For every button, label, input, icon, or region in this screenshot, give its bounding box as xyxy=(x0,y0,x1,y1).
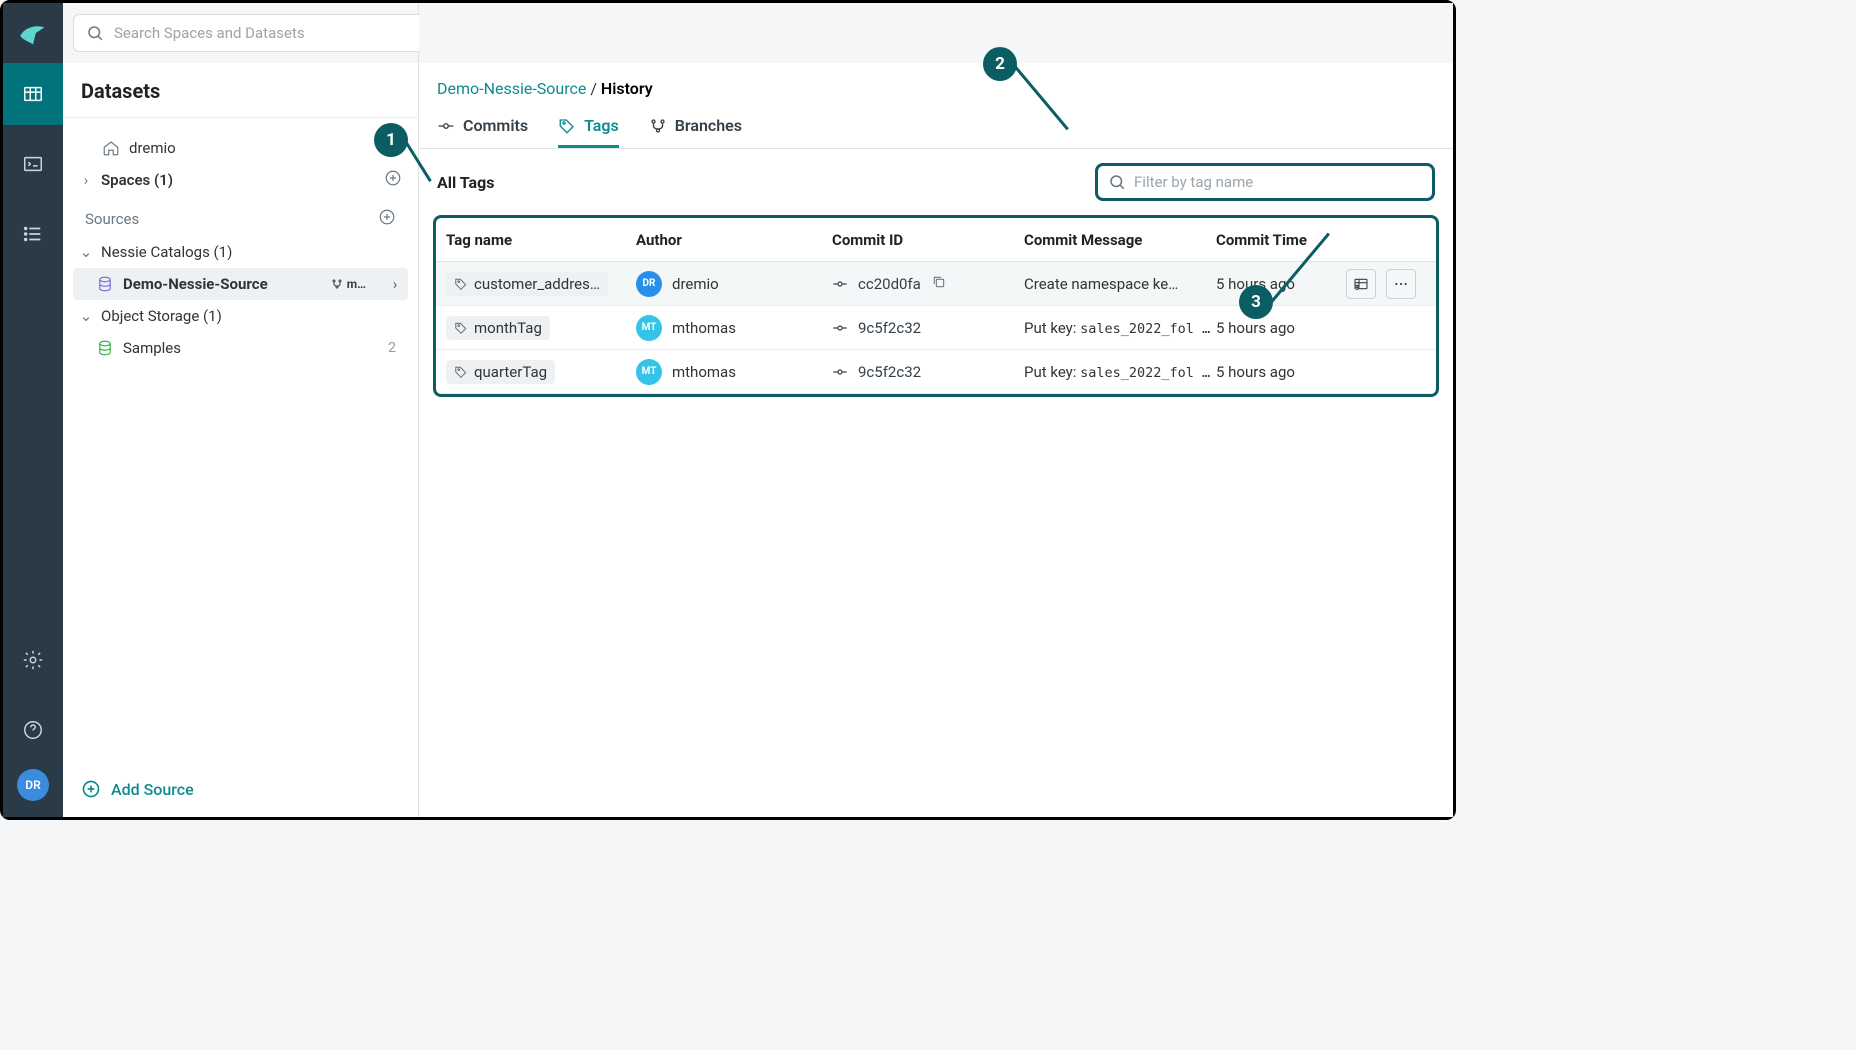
callout-3: 3 xyxy=(1239,285,1273,319)
breadcrumb-source[interactable]: Demo-Nessie-Source xyxy=(437,79,586,98)
author-name: mthomas xyxy=(672,363,736,381)
author-avatar: MT xyxy=(636,315,662,341)
database-icon xyxy=(95,339,115,357)
global-search[interactable] xyxy=(73,14,453,52)
tab-branches-label: Branches xyxy=(675,116,742,135)
nav-rail: DR xyxy=(3,3,63,817)
nessie-source-item[interactable]: Demo-Nessie-Source m… › xyxy=(73,268,408,300)
commit-message: Put key: sales_2022_fol … xyxy=(1024,319,1216,337)
nessie-source-label: Demo-Nessie-Source xyxy=(123,275,268,293)
commit-hash[interactable]: cc20d0fa xyxy=(858,275,921,293)
tag-icon xyxy=(454,365,468,379)
spaces-label: Spaces (1) xyxy=(101,171,173,189)
branch-pill[interactable]: m… xyxy=(323,275,374,293)
branch-abbrev: m… xyxy=(347,277,366,291)
table-row[interactable]: quarterTag MT mthomas 9c5f2c32 Put key: sale… xyxy=(436,350,1436,394)
callout-1: 1 xyxy=(374,123,408,157)
tab-commits-label: Commits xyxy=(463,116,528,135)
tag-pill[interactable]: quarterTag xyxy=(446,360,555,384)
chevron-right-icon: › xyxy=(79,171,93,189)
add-source-label: Add Source xyxy=(111,780,194,799)
add-space-icon[interactable] xyxy=(384,169,402,191)
commit-icon xyxy=(832,276,848,292)
rail-datasets[interactable] xyxy=(3,63,63,125)
home-label: dremio xyxy=(129,139,176,157)
samples-item[interactable]: Samples 2 xyxy=(73,332,408,364)
history-tabs: Commits Tags Branches xyxy=(419,106,1453,149)
tag-pill[interactable]: monthTag xyxy=(446,316,550,340)
tab-tags[interactable]: Tags xyxy=(558,106,619,148)
branch-icon xyxy=(331,278,343,290)
rail-help[interactable] xyxy=(3,699,63,761)
commit-message: Put key: sales_2022_fol … xyxy=(1024,363,1216,381)
rail-settings[interactable] xyxy=(3,629,63,691)
commit-hash[interactable]: 9c5f2c32 xyxy=(858,363,921,381)
col-commit-msg: Commit Message xyxy=(1024,231,1216,249)
home-row[interactable]: dremio xyxy=(73,132,408,164)
global-search-input[interactable] xyxy=(114,24,440,42)
objstorage-label: Object Storage (1) xyxy=(101,307,222,325)
col-author: Author xyxy=(636,231,832,249)
tag-filter-input[interactable] xyxy=(1134,173,1422,191)
chevron-right-icon[interactable]: › xyxy=(388,275,402,293)
commit-icon xyxy=(437,117,455,135)
add-source-icon[interactable] xyxy=(378,208,396,230)
samples-count: 2 xyxy=(388,340,402,356)
author-avatar: MT xyxy=(636,359,662,385)
database-icon xyxy=(95,275,115,293)
commit-icon xyxy=(832,364,848,380)
left-panel: Datasets dremio › Spaces (1) Sources xyxy=(63,3,419,817)
tab-branches[interactable]: Branches xyxy=(649,106,742,148)
chevron-down-icon: ⌄ xyxy=(79,307,93,325)
copy-icon[interactable] xyxy=(931,274,947,294)
tag-icon xyxy=(558,117,576,135)
add-source-button[interactable]: Add Source xyxy=(63,765,418,817)
chevron-down-icon: ⌄ xyxy=(79,243,93,261)
breadcrumb: Demo-Nessie-Source / History xyxy=(419,63,1453,106)
rail-jobs[interactable] xyxy=(3,203,63,265)
tag-filter[interactable] xyxy=(1095,163,1435,201)
sources-header: Sources xyxy=(85,210,139,228)
plus-circle-icon xyxy=(81,779,101,799)
go-to-data-icon[interactable] xyxy=(1346,269,1376,299)
objstorage-group[interactable]: ⌄ Object Storage (1) xyxy=(73,300,408,332)
home-icon xyxy=(101,139,121,157)
commit-icon xyxy=(832,320,848,336)
tag-icon xyxy=(454,321,468,335)
samples-label: Samples xyxy=(123,339,181,357)
search-icon xyxy=(1108,173,1126,191)
nessie-label: Nessie Catalogs (1) xyxy=(101,243,232,261)
commit-hash[interactable]: 9c5f2c32 xyxy=(858,319,921,337)
panel-title: Datasets xyxy=(63,63,418,118)
main-content: Demo-Nessie-Source / History Commits Tag… xyxy=(419,3,1453,817)
callout-2: 2 xyxy=(983,47,1017,81)
col-tag-name: Tag name xyxy=(446,231,636,249)
nessie-group[interactable]: ⌄ Nessie Catalogs (1) xyxy=(73,236,408,268)
commit-time: 5 hours ago xyxy=(1216,275,1336,293)
tag-pill[interactable]: customer_addres… xyxy=(446,272,608,296)
user-avatar[interactable]: DR xyxy=(17,769,49,801)
search-icon xyxy=(86,24,104,42)
tag-icon xyxy=(454,277,468,291)
col-commit-id: Commit ID xyxy=(832,231,1024,249)
commit-time: 5 hours ago xyxy=(1216,363,1336,381)
table-row[interactable]: monthTag MT mthomas 9c5f2c32 Put key: sales_… xyxy=(436,306,1436,350)
author-avatar: DR xyxy=(636,271,662,297)
tab-tags-label: Tags xyxy=(584,116,619,135)
author-name: dremio xyxy=(672,275,719,293)
tags-table: Tag name Author Commit ID Commit Message… xyxy=(433,215,1439,397)
tab-commits[interactable]: Commits xyxy=(437,106,528,148)
branch-icon xyxy=(649,117,667,135)
more-actions-icon[interactable] xyxy=(1386,269,1416,299)
spaces-row[interactable]: › Spaces (1) xyxy=(73,164,408,196)
commit-message: Create namespace ke… xyxy=(1024,275,1216,293)
rail-sql[interactable] xyxy=(3,133,63,195)
commit-time: 5 hours ago xyxy=(1216,319,1336,337)
app-logo xyxy=(11,11,55,55)
tags-section-title: All Tags xyxy=(437,173,494,192)
breadcrumb-page: History xyxy=(601,79,653,98)
author-name: mthomas xyxy=(672,319,736,337)
